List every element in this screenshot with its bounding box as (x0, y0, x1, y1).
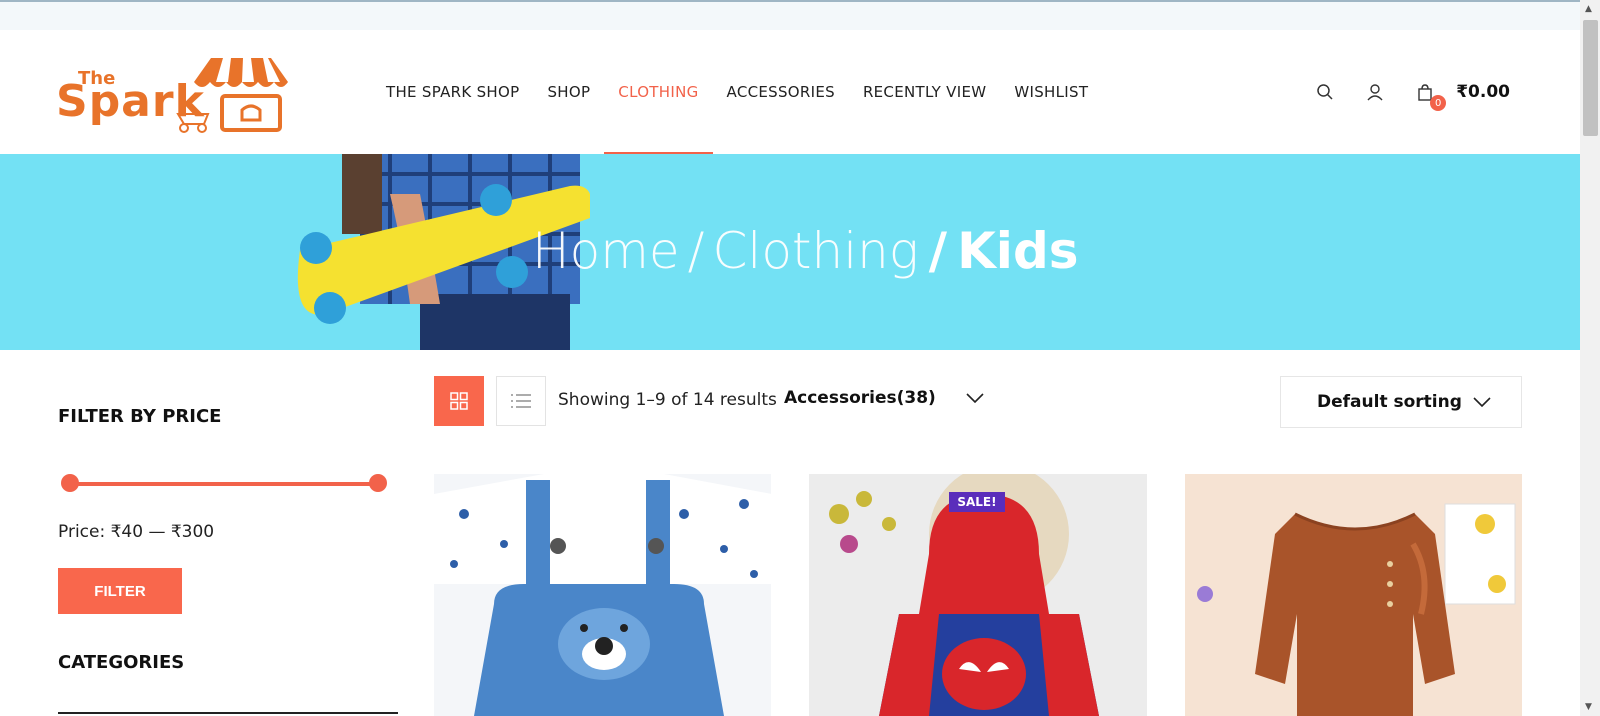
filter-button[interactable]: FILTER (58, 568, 182, 614)
product-image-kids-overall (434, 474, 772, 716)
category-select-value: Accessories(38) (784, 388, 936, 408)
main-navigation: THE SPARK SHOP SHOP CLOTHING ACCESSORIES… (372, 30, 1102, 154)
nav-item-shop[interactable]: SHOP (533, 30, 604, 154)
sale-badge: SALE! (949, 492, 1005, 512)
product-image-brown-dress (1196, 503, 1516, 716)
shop-sidebar: FILTER BY PRICE Price: ₹40 — ₹300 FILTER… (58, 350, 398, 716)
sort-select-value: Default sorting (1317, 392, 1462, 412)
nav-item-the-spark-shop[interactable]: THE SPARK SHOP (372, 30, 533, 154)
category-select[interactable]: Accessories(38) (784, 388, 984, 408)
breadcrumb-clothing[interactable]: Clothing (713, 222, 919, 280)
nav-item-accessories[interactable]: ACCESSORIES (713, 30, 849, 154)
list-icon (511, 394, 531, 408)
site-header: The Spark THE SPARK SHOP SHOP CLOTHING A… (0, 30, 1580, 154)
filter-by-price-title: FILTER BY PRICE (58, 406, 222, 427)
product-card[interactable] (1184, 474, 1522, 716)
grid-view-button[interactable] (434, 376, 484, 426)
logo-text-spark: Spark (56, 76, 205, 127)
page-scrollbar[interactable]: ▲ ▼ (1580, 0, 1600, 716)
page-banner: Home / Clothing / Kids (0, 154, 1580, 350)
bag-icon[interactable]: 0 (1414, 81, 1447, 111)
chevron-down-icon (1473, 397, 1491, 407)
list-view-button[interactable] (496, 376, 546, 426)
price-range-label: Price: ₹40 — ₹300 (58, 522, 215, 542)
nav-item-wishlist[interactable]: WISHLIST (1000, 30, 1102, 154)
header-actions: 0 ₹0.00 (1314, 30, 1510, 154)
scroll-down-arrow-icon[interactable]: ▼ (1585, 702, 1592, 712)
nav-item-recently-view[interactable]: RECENTLY VIEW (849, 30, 1000, 154)
price-slider-max-handle[interactable] (369, 474, 387, 492)
sort-select[interactable]: Default sorting (1280, 376, 1522, 428)
grid-icon (450, 392, 468, 410)
breadcrumb-separator: / (928, 222, 948, 280)
categories-title: CATEGORIES (58, 652, 185, 673)
scroll-thumb[interactable] (1583, 20, 1598, 136)
result-count: Showing 1–9 of 14 results (558, 390, 777, 410)
product-card[interactable]: SALE! (809, 474, 1147, 716)
price-slider-min-handle[interactable] (61, 474, 79, 492)
price-slider-track[interactable] (70, 482, 378, 486)
cart-count-badge: 0 (1430, 95, 1447, 111)
product-area: Showing 1–9 of 14 results Accessories(38… (434, 350, 1522, 716)
breadcrumb-home[interactable]: Home (532, 222, 680, 280)
categories-divider (58, 712, 398, 714)
breadcrumb-separator: / (687, 222, 705, 280)
product-grid: SALE! (434, 474, 1522, 716)
breadcrumb: Home / Clothing / Kids (532, 222, 1079, 280)
chevron-down-icon (966, 393, 984, 403)
product-card[interactable] (434, 474, 772, 716)
breadcrumb-current: Kids (957, 222, 1079, 280)
site-logo[interactable]: The Spark (56, 50, 296, 134)
browser-top-strip (0, 0, 1580, 30)
user-icon[interactable] (1364, 81, 1386, 103)
cart-total[interactable]: ₹0.00 (1456, 82, 1510, 102)
search-icon[interactable] (1314, 81, 1336, 103)
scroll-up-arrow-icon[interactable]: ▲ (1585, 4, 1592, 14)
nav-item-clothing[interactable]: CLOTHING (604, 30, 713, 154)
